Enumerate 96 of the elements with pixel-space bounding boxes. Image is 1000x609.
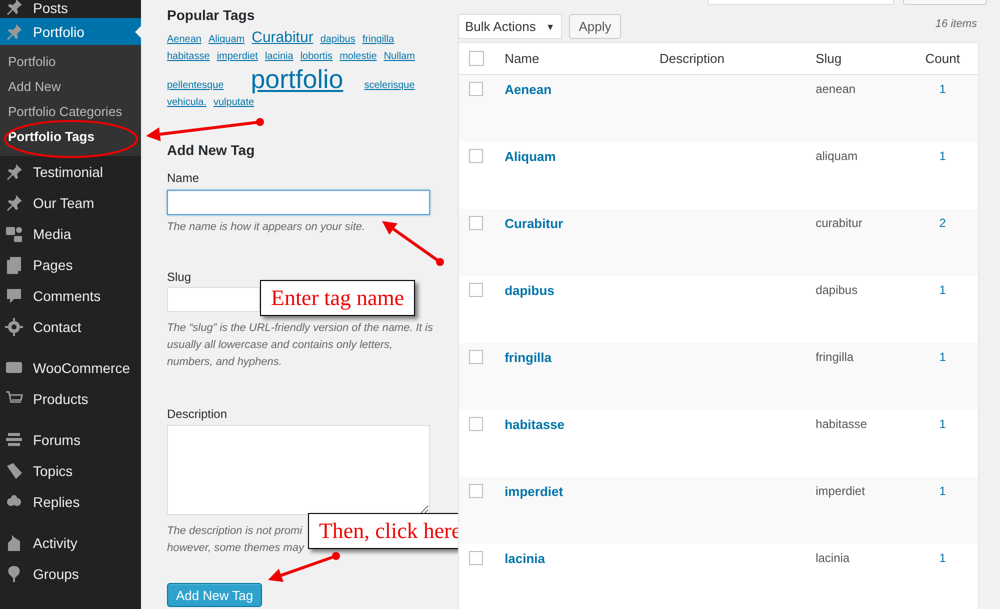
comment-icon: [5, 286, 23, 304]
count-link[interactable]: 1: [919, 477, 978, 544]
forums-icon: [5, 430, 23, 448]
tag-link[interactable]: imperdiet: [216, 48, 258, 65]
field-hint: The “slug” is the URL-friendly version of the name. It is usually all lowercase and contains only letters, numbers, and hyphens.: [167, 321, 434, 370]
sidebar-item[interactable]: Replies: [0, 486, 141, 517]
tag-link[interactable]: portfolio: [250, 65, 344, 93]
table-cell: aenean: [810, 74, 920, 142]
count-link[interactable]: 1: [919, 142, 978, 209]
count-link[interactable]: 2: [919, 209, 978, 276]
tag-link[interactable]: vulputate: [213, 94, 254, 111]
caret-icon: ▼: [546, 22, 555, 32]
checkbox[interactable]: [469, 350, 483, 364]
callout: Enter tag name: [260, 280, 416, 316]
tag-link[interactable]: pellentesque: [167, 77, 224, 94]
gear-icon: [5, 318, 23, 336]
field-label: Slug: [167, 270, 192, 284]
tag-name-link[interactable]: dapibus: [498, 276, 654, 343]
checkbox[interactable]: [469, 216, 483, 230]
tag-name-link[interactable]: Aenean: [498, 74, 654, 142]
pin-icon: [5, 162, 23, 180]
field-label: Name: [167, 171, 200, 185]
table-cell: curabitur: [810, 209, 920, 276]
media-icon: [5, 224, 23, 242]
apply-button[interactable]: Apply: [568, 14, 622, 39]
bulk-actions-dropdown[interactable]: Bulk Actions ▼: [458, 14, 562, 39]
tag-name-link[interactable]: lacinia: [498, 544, 654, 609]
field-hint: The description is not promi: [167, 524, 304, 539]
count-link[interactable]: 1: [919, 544, 978, 609]
sidebar-item[interactable]: Topics: [0, 455, 141, 486]
tag-link[interactable]: scelerisque: [364, 77, 415, 94]
checkbox[interactable]: [469, 484, 483, 498]
sidebar-item[interactable]: Posts: [0, 0, 141, 18]
checkbox[interactable]: [469, 417, 483, 431]
sidebar-item[interactable]: Media: [0, 218, 141, 249]
tag-link[interactable]: Aliquam: [208, 31, 245, 48]
submenu-item[interactable]: Add New: [0, 74, 141, 99]
annotation-arrow: [382, 221, 444, 266]
field-hint: The name is how it appears on your site.: [167, 220, 366, 235]
sidebar-item[interactable]: Contact: [0, 311, 141, 342]
table-cell: dapibus: [810, 276, 920, 343]
sidebar-item[interactable]: Groups: [0, 558, 141, 589]
section-heading: Popular Tags: [167, 6, 256, 24]
sidebar-item[interactable]: WooCommerce: [0, 352, 141, 383]
tag-link[interactable]: Aenean: [167, 31, 202, 48]
table-cell: habitasse: [810, 410, 920, 477]
tag-link[interactable]: lobortis: [300, 48, 333, 65]
sidebar-item[interactable]: Products: [0, 383, 141, 414]
section-heading: Add New Tag: [167, 141, 256, 159]
tag-link[interactable]: molestie: [340, 48, 377, 65]
submenu-item[interactable]: Portfolio Categories: [0, 99, 141, 124]
tag-name-link[interactable]: Aliquam: [498, 142, 654, 209]
checkbox[interactable]: [469, 82, 483, 96]
sidebar-item[interactable]: Activity: [0, 527, 141, 558]
tag-name-link[interactable]: Curabitur: [498, 209, 654, 276]
item-count: 16 items: [935, 18, 978, 30]
table-cell: imperdiet: [810, 477, 920, 544]
count-link[interactable]: 1: [919, 276, 978, 343]
tag-link[interactable]: lacinia: [264, 48, 294, 65]
checkbox[interactable]: [469, 51, 484, 66]
pin-icon: [5, 0, 23, 16]
annotation-arrow: [268, 552, 340, 582]
count-link[interactable]: 1: [919, 74, 978, 142]
tag-name-link[interactable]: habitasse: [498, 410, 654, 477]
sidebar-item[interactable]: Pages: [0, 249, 141, 280]
submenu-item[interactable]: Portfolio Tags: [0, 124, 141, 149]
sidebar-item[interactable]: Testimonial: [0, 156, 141, 187]
pin-icon: [5, 22, 23, 40]
tag-link[interactable]: Nullam: [384, 48, 415, 65]
submenu-item[interactable]: Portfolio: [0, 49, 141, 74]
tag-link[interactable]: fringilla: [362, 31, 394, 48]
field-hint: however, some themes may: [167, 541, 304, 556]
input-field[interactable]: [167, 190, 430, 215]
sidebar-item[interactable]: Comments: [0, 280, 141, 311]
table-cell: aliquam: [810, 142, 920, 209]
tag-name-link[interactable]: fringilla: [498, 343, 654, 410]
tag-link[interactable]: habitasse: [167, 48, 210, 65]
table-cell: fringilla: [810, 343, 920, 410]
tag-link[interactable]: vehicula.: [167, 94, 206, 111]
table-cell: lacinia: [810, 544, 920, 609]
tag-link[interactable]: Curabitur: [252, 29, 314, 46]
add-tag-button[interactable]: Add New Tag: [167, 583, 262, 607]
text-area[interactable]: [167, 425, 430, 515]
sidebar-item[interactable]: Our Team: [0, 187, 141, 218]
count-link[interactable]: 1: [919, 343, 978, 410]
pin-icon: [5, 194, 23, 212]
sidebar-item[interactable]: Forums: [0, 424, 141, 455]
tag-name-link[interactable]: imperdiet: [498, 477, 654, 544]
checkbox[interactable]: [469, 551, 483, 565]
tag-link[interactable]: dapibus: [320, 31, 356, 48]
pages-icon: [5, 256, 23, 274]
field-label: Description: [167, 407, 228, 421]
count-link[interactable]: 1: [919, 410, 978, 477]
checkbox[interactable]: [469, 149, 483, 163]
sidebar-item[interactable]: Portfolio: [0, 18, 141, 45]
checkbox[interactable]: [469, 283, 483, 297]
